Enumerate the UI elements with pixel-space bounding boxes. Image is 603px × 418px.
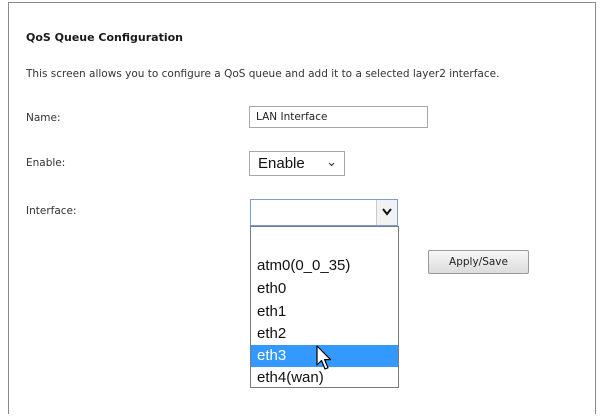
interface-label: Interface: bbox=[26, 205, 77, 217]
dropdown-option[interactable]: eth2 bbox=[251, 323, 398, 345]
interface-select[interactable] bbox=[250, 199, 398, 226]
apply-save-button[interactable]: Apply/Save bbox=[428, 250, 529, 274]
enable-select-value: Enable bbox=[258, 155, 305, 172]
dropdown-option[interactable] bbox=[251, 231, 398, 253]
dropdown-option[interactable]: eth0 bbox=[251, 278, 398, 300]
chevron-down-icon: ⌄ bbox=[326, 154, 337, 169]
name-input[interactable]: LAN Interface bbox=[249, 106, 428, 128]
dropdown-option[interactable]: eth1 bbox=[251, 301, 398, 323]
page-description: This screen allows you to configure a Qo… bbox=[26, 68, 500, 80]
dropdown-option[interactable]: atm0(0_0_35) bbox=[251, 255, 398, 277]
mouse-pointer-icon bbox=[316, 345, 332, 370]
enable-select[interactable]: Enable ⌄ bbox=[249, 151, 345, 176]
name-label: Name: bbox=[26, 112, 61, 124]
chevron-down-icon[interactable] bbox=[376, 200, 397, 225]
page-title: QoS Queue Configuration bbox=[26, 31, 184, 44]
enable-label: Enable: bbox=[26, 157, 66, 169]
